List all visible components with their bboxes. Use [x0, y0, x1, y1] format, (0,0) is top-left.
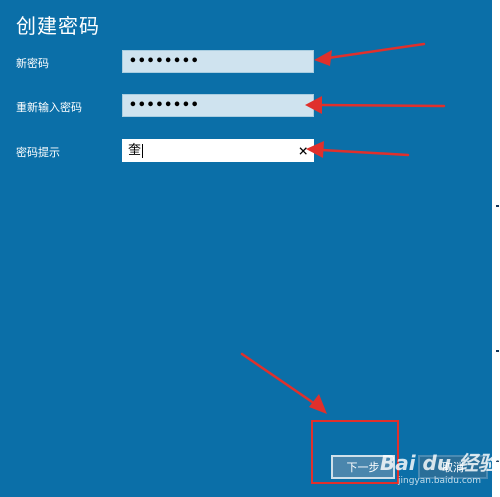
edge-mark [496, 205, 499, 207]
confirm-password-value: •••••••• [129, 98, 200, 113]
password-hint-label: 密码提示 [16, 146, 60, 159]
new-password-input[interactable]: •••••••• [122, 50, 314, 73]
confirm-password-label: 重新输入密码 [16, 101, 82, 114]
text-caret [142, 144, 143, 158]
confirm-password-input[interactable]: •••••••• [122, 94, 314, 117]
create-password-dialog: 创建密码 新密码 •••••••• 重新输入密码 •••••••• 密码提示 奎… [0, 0, 492, 497]
dialog-title: 创建密码 [16, 14, 100, 38]
clear-icon[interactable]: × [298, 141, 308, 161]
password-hint-value: 奎 [128, 143, 142, 158]
new-password-value: •••••••• [129, 54, 200, 69]
edge-mark [496, 350, 499, 352]
watermark-logo: Bai du 经验 [380, 451, 499, 475]
password-hint-input[interactable]: 奎 × [122, 139, 314, 162]
new-password-label: 新密码 [16, 57, 49, 70]
watermark-url: jingyan.baidu.com [398, 476, 482, 486]
window-edge-strip [492, 0, 500, 497]
